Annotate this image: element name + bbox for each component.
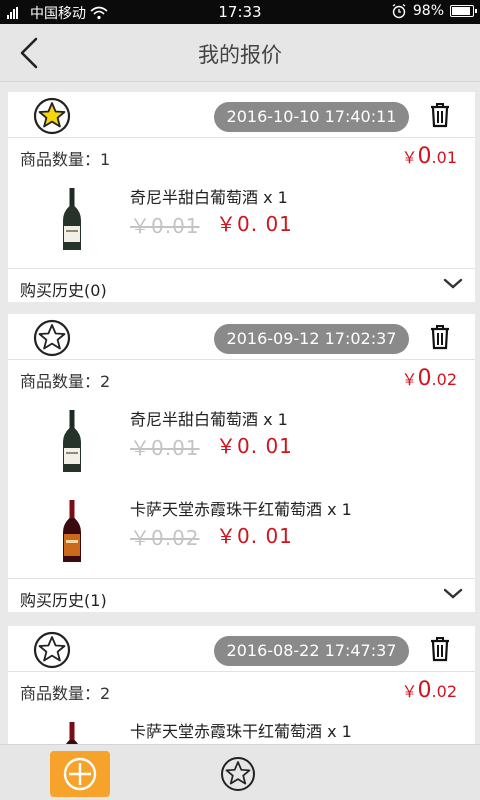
trash-icon[interactable] bbox=[428, 102, 452, 128]
quote-datetime: 2016-08-22 17:47:37 bbox=[214, 636, 409, 666]
total-decimal: .02 bbox=[431, 682, 457, 701]
trash-icon[interactable] bbox=[428, 636, 452, 662]
purchase-history-row[interactable]: 购买历史(0) bbox=[8, 268, 475, 302]
quote-card-header: 2016-10-10 17:40:11 bbox=[8, 92, 475, 138]
quantity-label: 商品数量： bbox=[20, 150, 101, 169]
battery-percent: 98% bbox=[412, 3, 444, 19]
total-currency: ￥ bbox=[401, 148, 418, 167]
alarm-icon bbox=[392, 3, 406, 19]
quote-list[interactable]: 2016-10-10 17:40:11 商品数量：1 ￥0.01 奇尼半甜白葡萄… bbox=[0, 82, 480, 744]
quote-card: 2016-09-12 17:02:37 商品数量：2 ￥0.02 奇尼半甜白葡萄… bbox=[8, 314, 475, 612]
nav-bar: 我的报价 bbox=[0, 24, 480, 82]
quantity-label: 商品数量： bbox=[20, 372, 101, 391]
status-bar: 中国移动 17:33 98% bbox=[0, 0, 480, 24]
page-title: 我的报价 bbox=[198, 43, 282, 67]
purchase-history-count: (1) bbox=[84, 591, 107, 610]
red-wine-bottle-image bbox=[66, 722, 78, 744]
trash-icon[interactable] bbox=[428, 324, 452, 350]
total-integer: 0 bbox=[417, 366, 432, 391]
total-integer: 0 bbox=[417, 678, 432, 703]
list-item[interactable]: 奇尼半甜白葡萄酒 x 1 ￥0.01 ￥0. 01 bbox=[8, 402, 475, 492]
tab-favorites-star-icon[interactable] bbox=[218, 755, 258, 793]
quoted-price: ￥0. 01 bbox=[216, 434, 293, 458]
total-decimal: .01 bbox=[431, 148, 457, 167]
purchase-history-row[interactable]: 购买历史(1) bbox=[8, 578, 475, 612]
total-currency: ￥ bbox=[401, 370, 418, 389]
quantity-label: 商品数量： bbox=[20, 684, 101, 703]
quantity-row: 商品数量：2 bbox=[20, 368, 110, 392]
quote-total: ￥0.02 bbox=[402, 366, 457, 391]
battery-icon bbox=[450, 5, 477, 17]
star-outline-icon[interactable] bbox=[30, 630, 74, 670]
total-currency: ￥ bbox=[401, 682, 418, 701]
quote-datetime: 2016-09-12 17:02:37 bbox=[214, 324, 409, 354]
quote-card: 2016-10-10 17:40:11 商品数量：1 ￥0.01 奇尼半甜白葡萄… bbox=[8, 92, 475, 302]
tab-add-quote[interactable] bbox=[50, 751, 110, 797]
star-favorited-icon[interactable] bbox=[30, 96, 74, 136]
quoted-price: ￥0. 01 bbox=[216, 524, 293, 548]
white-wine-bottle-image bbox=[63, 188, 81, 250]
bottom-tab-bar bbox=[0, 744, 480, 800]
quantity-value: 2 bbox=[100, 372, 111, 391]
product-name: 奇尼半甜白葡萄酒 x 1 bbox=[130, 188, 288, 207]
product-name: 卡萨天堂赤霞珠干红葡萄酒 x 1 bbox=[130, 500, 352, 519]
total-decimal: .02 bbox=[431, 370, 457, 389]
quantity-value: 2 bbox=[100, 684, 111, 703]
red-wine-bottle-image bbox=[63, 500, 81, 562]
list-item[interactable]: 奇尼半甜白葡萄酒 x 1 ￥0.01 ￥0. 01 bbox=[8, 180, 475, 270]
quote-card: 2016-08-22 17:47:37 商品数量：2 ￥0.02 卡萨天堂赤霞珠… bbox=[8, 626, 475, 744]
purchase-history-count: (0) bbox=[84, 281, 107, 300]
add-circle-icon bbox=[63, 757, 97, 791]
list-item[interactable]: 卡萨天堂赤霞珠干红葡萄酒 x 1 ￥0.02 ￥0. 01 bbox=[8, 492, 475, 582]
original-price: ￥0.02 bbox=[130, 526, 200, 550]
quoted-price: ￥0. 01 bbox=[216, 212, 293, 236]
status-right: 98% bbox=[391, 3, 477, 19]
list-item[interactable]: 卡萨天堂赤霞珠干红葡萄酒 x 1 bbox=[8, 714, 475, 744]
star-outline-icon[interactable] bbox=[30, 318, 74, 358]
quantity-row: 商品数量：1 bbox=[20, 146, 110, 170]
quantity-row: 商品数量：2 bbox=[20, 680, 110, 704]
total-integer: 0 bbox=[417, 144, 432, 169]
quantity-value: 1 bbox=[100, 150, 111, 169]
quote-datetime: 2016-10-10 17:40:11 bbox=[214, 102, 409, 132]
chevron-down-icon[interactable] bbox=[443, 587, 463, 601]
quote-total: ￥0.01 bbox=[402, 144, 457, 169]
purchase-history-label: 购买历史(0) bbox=[20, 281, 107, 300]
quote-card-header: 2016-08-22 17:47:37 bbox=[8, 626, 475, 672]
purchase-history-label: 购买历史(1) bbox=[20, 591, 107, 610]
white-wine-bottle-image bbox=[63, 410, 81, 472]
original-price: ￥0.01 bbox=[130, 214, 200, 238]
quote-total: ￥0.02 bbox=[402, 678, 457, 703]
chevron-down-icon[interactable] bbox=[443, 277, 463, 291]
product-name: 卡萨天堂赤霞珠干红葡萄酒 x 1 bbox=[130, 722, 352, 741]
quote-card-header: 2016-09-12 17:02:37 bbox=[8, 314, 475, 360]
product-name: 奇尼半甜白葡萄酒 x 1 bbox=[130, 410, 288, 429]
original-price: ￥0.01 bbox=[130, 436, 200, 460]
